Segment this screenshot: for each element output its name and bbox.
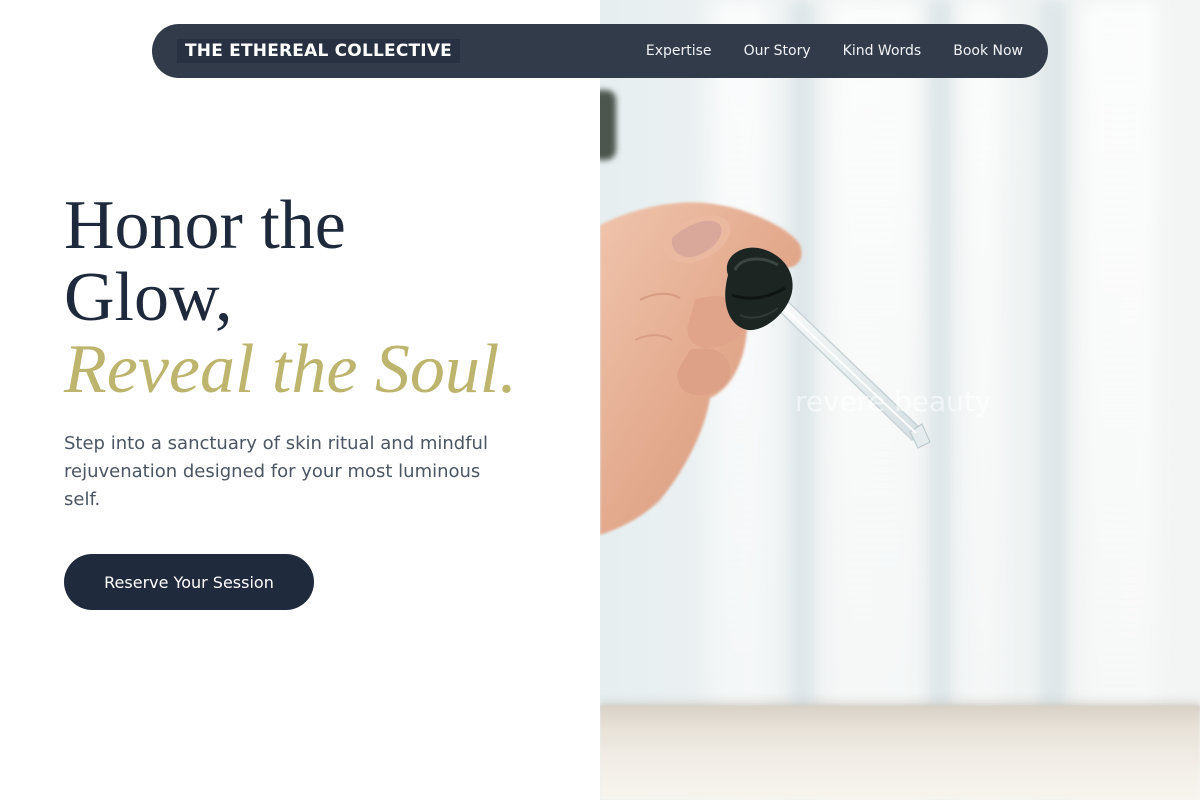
image-alt-caption: revere beauty	[795, 385, 992, 418]
hero-heading-accent: Reveal the Soul.	[64, 331, 517, 408]
hero-heading-line: Glow,	[64, 259, 233, 336]
nav-link-our-story[interactable]: Our Story	[744, 43, 811, 59]
navbar: THE ETHEREAL COLLECTIVE Expertise Our St…	[152, 24, 1048, 78]
hero-subtitle: Step into a sanctuary of skin ritual and…	[64, 433, 488, 510]
dropper-tube	[766, 291, 931, 449]
hero-heading-line: Honor the	[64, 187, 346, 264]
hero-heading: Honor the Glow, Reveal the Soul.	[64, 190, 584, 406]
hero-image: revere beauty	[600, 0, 1200, 800]
reserve-session-button[interactable]: Reserve Your Session	[64, 554, 314, 610]
nav-link-kind-words[interactable]: Kind Words	[843, 43, 922, 59]
brand-logo[interactable]: THE ETHEREAL COLLECTIVE	[177, 39, 460, 63]
nav-links: Expertise Our Story Kind Words Book Now	[646, 43, 1023, 59]
nav-link-book-now[interactable]: Book Now	[953, 43, 1023, 59]
nav-link-expertise[interactable]: Expertise	[646, 43, 712, 59]
